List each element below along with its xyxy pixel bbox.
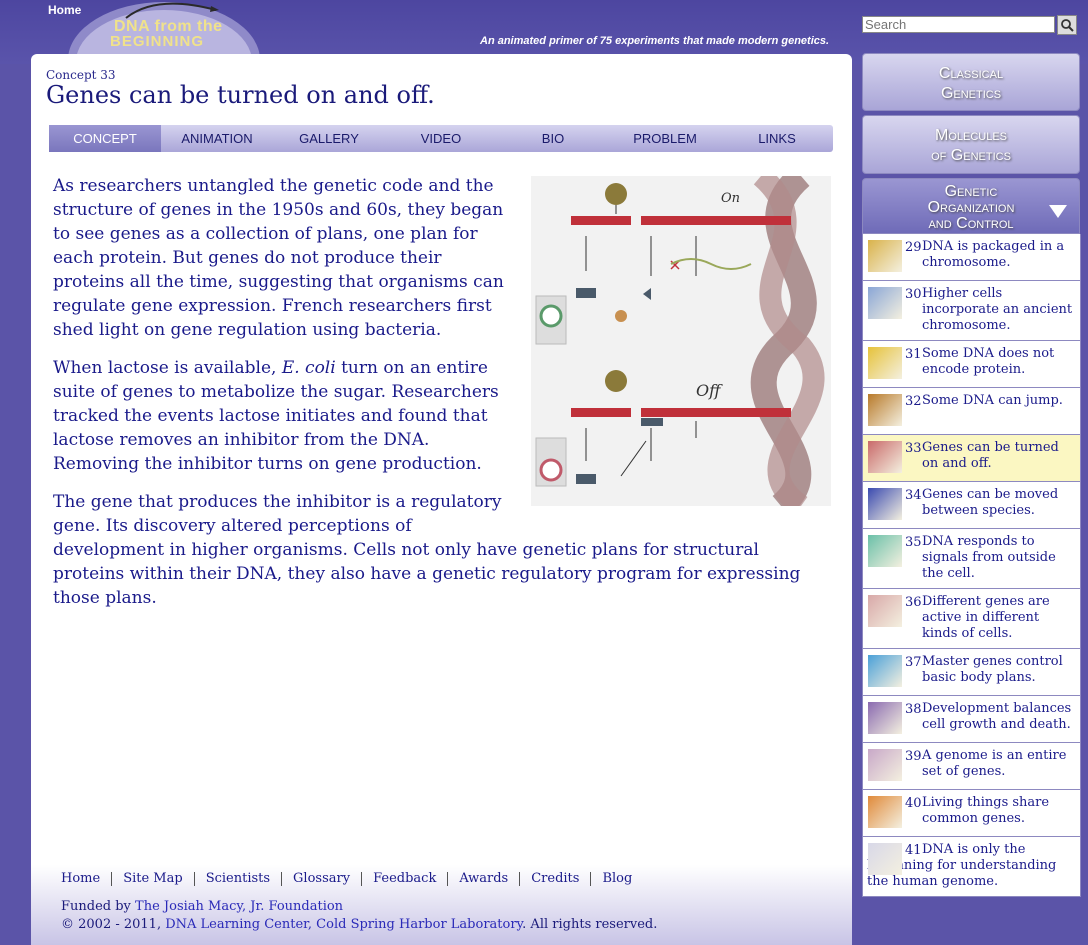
concept-thumbnail-icon[interactable] <box>868 796 902 828</box>
concept-item-number: 41 <box>905 843 922 858</box>
concept-item-number: 30 <box>905 287 922 302</box>
concept-thumbnail-icon[interactable] <box>868 240 902 272</box>
main-panel: Concept 33 Genes can be turned on and of… <box>31 54 852 945</box>
concept-item-31[interactable]: 31 Some DNA does not encode protein. <box>862 341 1081 388</box>
on-label: On <box>721 191 740 206</box>
search-input[interactable] <box>862 16 1055 33</box>
dna-helix-diagram-icon: On Off <box>531 166 831 516</box>
site-logo[interactable]: DNA from the BEGINNING <box>66 0 262 118</box>
concept-number: Concept 33 <box>46 68 116 82</box>
footer-nav: Home Site Map Scientists Glossary Feedba… <box>61 872 643 886</box>
concept-thumbnail-icon[interactable] <box>868 441 902 473</box>
concept-item-label[interactable]: DNA responds to signals from outside the… <box>922 534 1076 582</box>
tab-gallery[interactable]: GALLERY <box>273 125 385 152</box>
concept-item-number: 40 <box>905 796 922 811</box>
concept-content: On Off As researchers untangled the gene… <box>53 166 831 624</box>
concept-item-label[interactable]: Living things share common genes. <box>922 795 1076 827</box>
footer-link-scientists[interactable]: Scientists <box>193 872 281 886</box>
concept-item-41[interactable]: 41 DNA is only the beginning for understa… <box>862 837 1081 897</box>
concept-thumbnail-icon[interactable] <box>868 535 902 567</box>
funder-link[interactable]: The Josiah Macy, Jr. Foundation <box>135 899 343 914</box>
sidebar-molecules-of-genetics[interactable]: Molecules of Genetics <box>862 115 1080 174</box>
concept-thumbnail-icon[interactable] <box>868 702 902 734</box>
paragraph-3: The gene that produces the inhibitor is … <box>53 492 801 608</box>
footer-link-awards[interactable]: Awards <box>447 872 519 886</box>
concept-item-label[interactable]: Genes can be turned on and off. <box>922 440 1076 472</box>
tab-concept[interactable]: CONCEPT <box>49 125 161 152</box>
tab-bio[interactable]: BIO <box>497 125 609 152</box>
page-title: Genes can be turned on and off. <box>46 81 435 109</box>
concept-thumbnail-icon[interactable] <box>868 655 902 687</box>
tab-video[interactable]: VIDEO <box>385 125 497 152</box>
funding-credit: Funded by The Josiah Macy, Jr. Foundatio… <box>61 899 344 914</box>
concept-item-37[interactable]: 37 Master genes control basic body plans. <box>862 649 1081 696</box>
concept-thumbnail-icon[interactable] <box>868 287 902 319</box>
concept-item-label[interactable]: A genome is an entire set of genes. <box>922 748 1076 780</box>
concept-item-label[interactable]: Development balances cell growth and dea… <box>922 701 1076 733</box>
concept-item-number: 31 <box>905 347 922 362</box>
concept-item-30[interactable]: 30 Higher cells incorporate an ancient ch… <box>862 281 1081 341</box>
chevron-down-icon <box>1049 205 1067 218</box>
search-button[interactable] <box>1057 15 1077 35</box>
concept-item-label[interactable]: Genes can be moved between species. <box>922 487 1076 519</box>
concept-item-38[interactable]: 38 Development balances cell growth and d… <box>862 696 1081 743</box>
tab-problem[interactable]: PROBLEM <box>609 125 721 152</box>
off-label: Off <box>696 381 723 400</box>
search-icon <box>1060 18 1074 32</box>
footer-link-feedback[interactable]: Feedback <box>361 872 447 886</box>
concept-item-label[interactable]: Master genes control basic body plans. <box>922 654 1076 686</box>
concept-list: 29 DNA is packaged in a chromosome. 30 High… <box>862 234 1081 897</box>
concept-item-label[interactable]: Some DNA can jump. <box>922 393 1076 409</box>
copyright-notice: © 2002 - 2011, DNA Learning Center, Cold… <box>61 917 658 932</box>
concept-item-39[interactable]: 39 A genome is an entire set of genes. <box>862 743 1081 790</box>
concept-thumbnail-icon[interactable] <box>868 595 902 627</box>
dnalc-link[interactable]: DNA Learning Center, Cold Spring Harbor … <box>165 917 522 932</box>
footer-link-credits[interactable]: Credits <box>519 872 590 886</box>
concept-item-label[interactable]: Higher cells incorporate an ancient chro… <box>922 286 1076 334</box>
site-tagline: An animated primer of 75 experiments tha… <box>480 35 830 47</box>
concept-thumbnail-icon[interactable] <box>868 843 902 875</box>
concept-item-36[interactable]: 36 Different genes are active in differen… <box>862 589 1081 649</box>
footer-link-blog[interactable]: Blog <box>590 872 643 886</box>
concept-item-number: 32 <box>905 394 922 409</box>
concept-thumbnail-icon[interactable] <box>868 488 902 520</box>
concept-item-35[interactable]: 35 DNA responds to signals from outside t… <box>862 529 1081 589</box>
concept-item-number: 39 <box>905 749 922 764</box>
footer-link-glossary[interactable]: Glossary <box>281 872 361 886</box>
logo-text-bottom: BEGINNING <box>110 33 205 50</box>
tab-links[interactable]: LINKS <box>721 125 833 152</box>
concept-thumbnail-icon[interactable] <box>868 394 902 426</box>
concept-item-label[interactable]: Different genes are active in different … <box>922 594 1076 642</box>
concept-item-number: 35 <box>905 535 922 550</box>
concept-item-number: 29 <box>905 240 922 255</box>
concept-item-number: 37 <box>905 655 922 670</box>
tab-animation[interactable]: ANIMATION <box>161 125 273 152</box>
footer-link-site-map[interactable]: Site Map <box>111 872 194 886</box>
concept-item-29[interactable]: 29 DNA is packaged in a chromosome. <box>862 234 1081 281</box>
section-tabs: CONCEPT ANIMATION GALLERY VIDEO BIO PROB… <box>49 125 833 152</box>
sidebar-genetic-organization[interactable]: Genetic Organization and Control <box>862 178 1080 234</box>
concept-item-number: 38 <box>905 702 922 717</box>
concept-item-32[interactable]: 32 Some DNA can jump. <box>862 388 1081 435</box>
sidebar-classical-genetics[interactable]: Classical Genetics <box>862 53 1080 111</box>
concept-item-number: 33 <box>905 441 922 456</box>
footer-link-home[interactable]: Home <box>61 872 111 886</box>
concept-thumbnail-icon[interactable] <box>868 749 902 781</box>
concept-item-33[interactable]: 33 Genes can be turned on and off. <box>862 435 1081 482</box>
concept-item-number: 36 <box>905 595 922 610</box>
concept-item-40[interactable]: 40 Living things share common genes. <box>862 790 1081 837</box>
concept-thumbnail-icon[interactable] <box>868 347 902 379</box>
gene-regulation-illustration: On Off <box>531 166 831 516</box>
concept-item-label[interactable]: DNA is packaged in a chromosome. <box>922 239 1076 271</box>
concept-item-number: 34 <box>905 488 922 503</box>
concept-item-label[interactable]: Some DNA does not encode protein. <box>922 346 1076 378</box>
concept-item-34[interactable]: 34 Genes can be moved between species. <box>862 482 1081 529</box>
